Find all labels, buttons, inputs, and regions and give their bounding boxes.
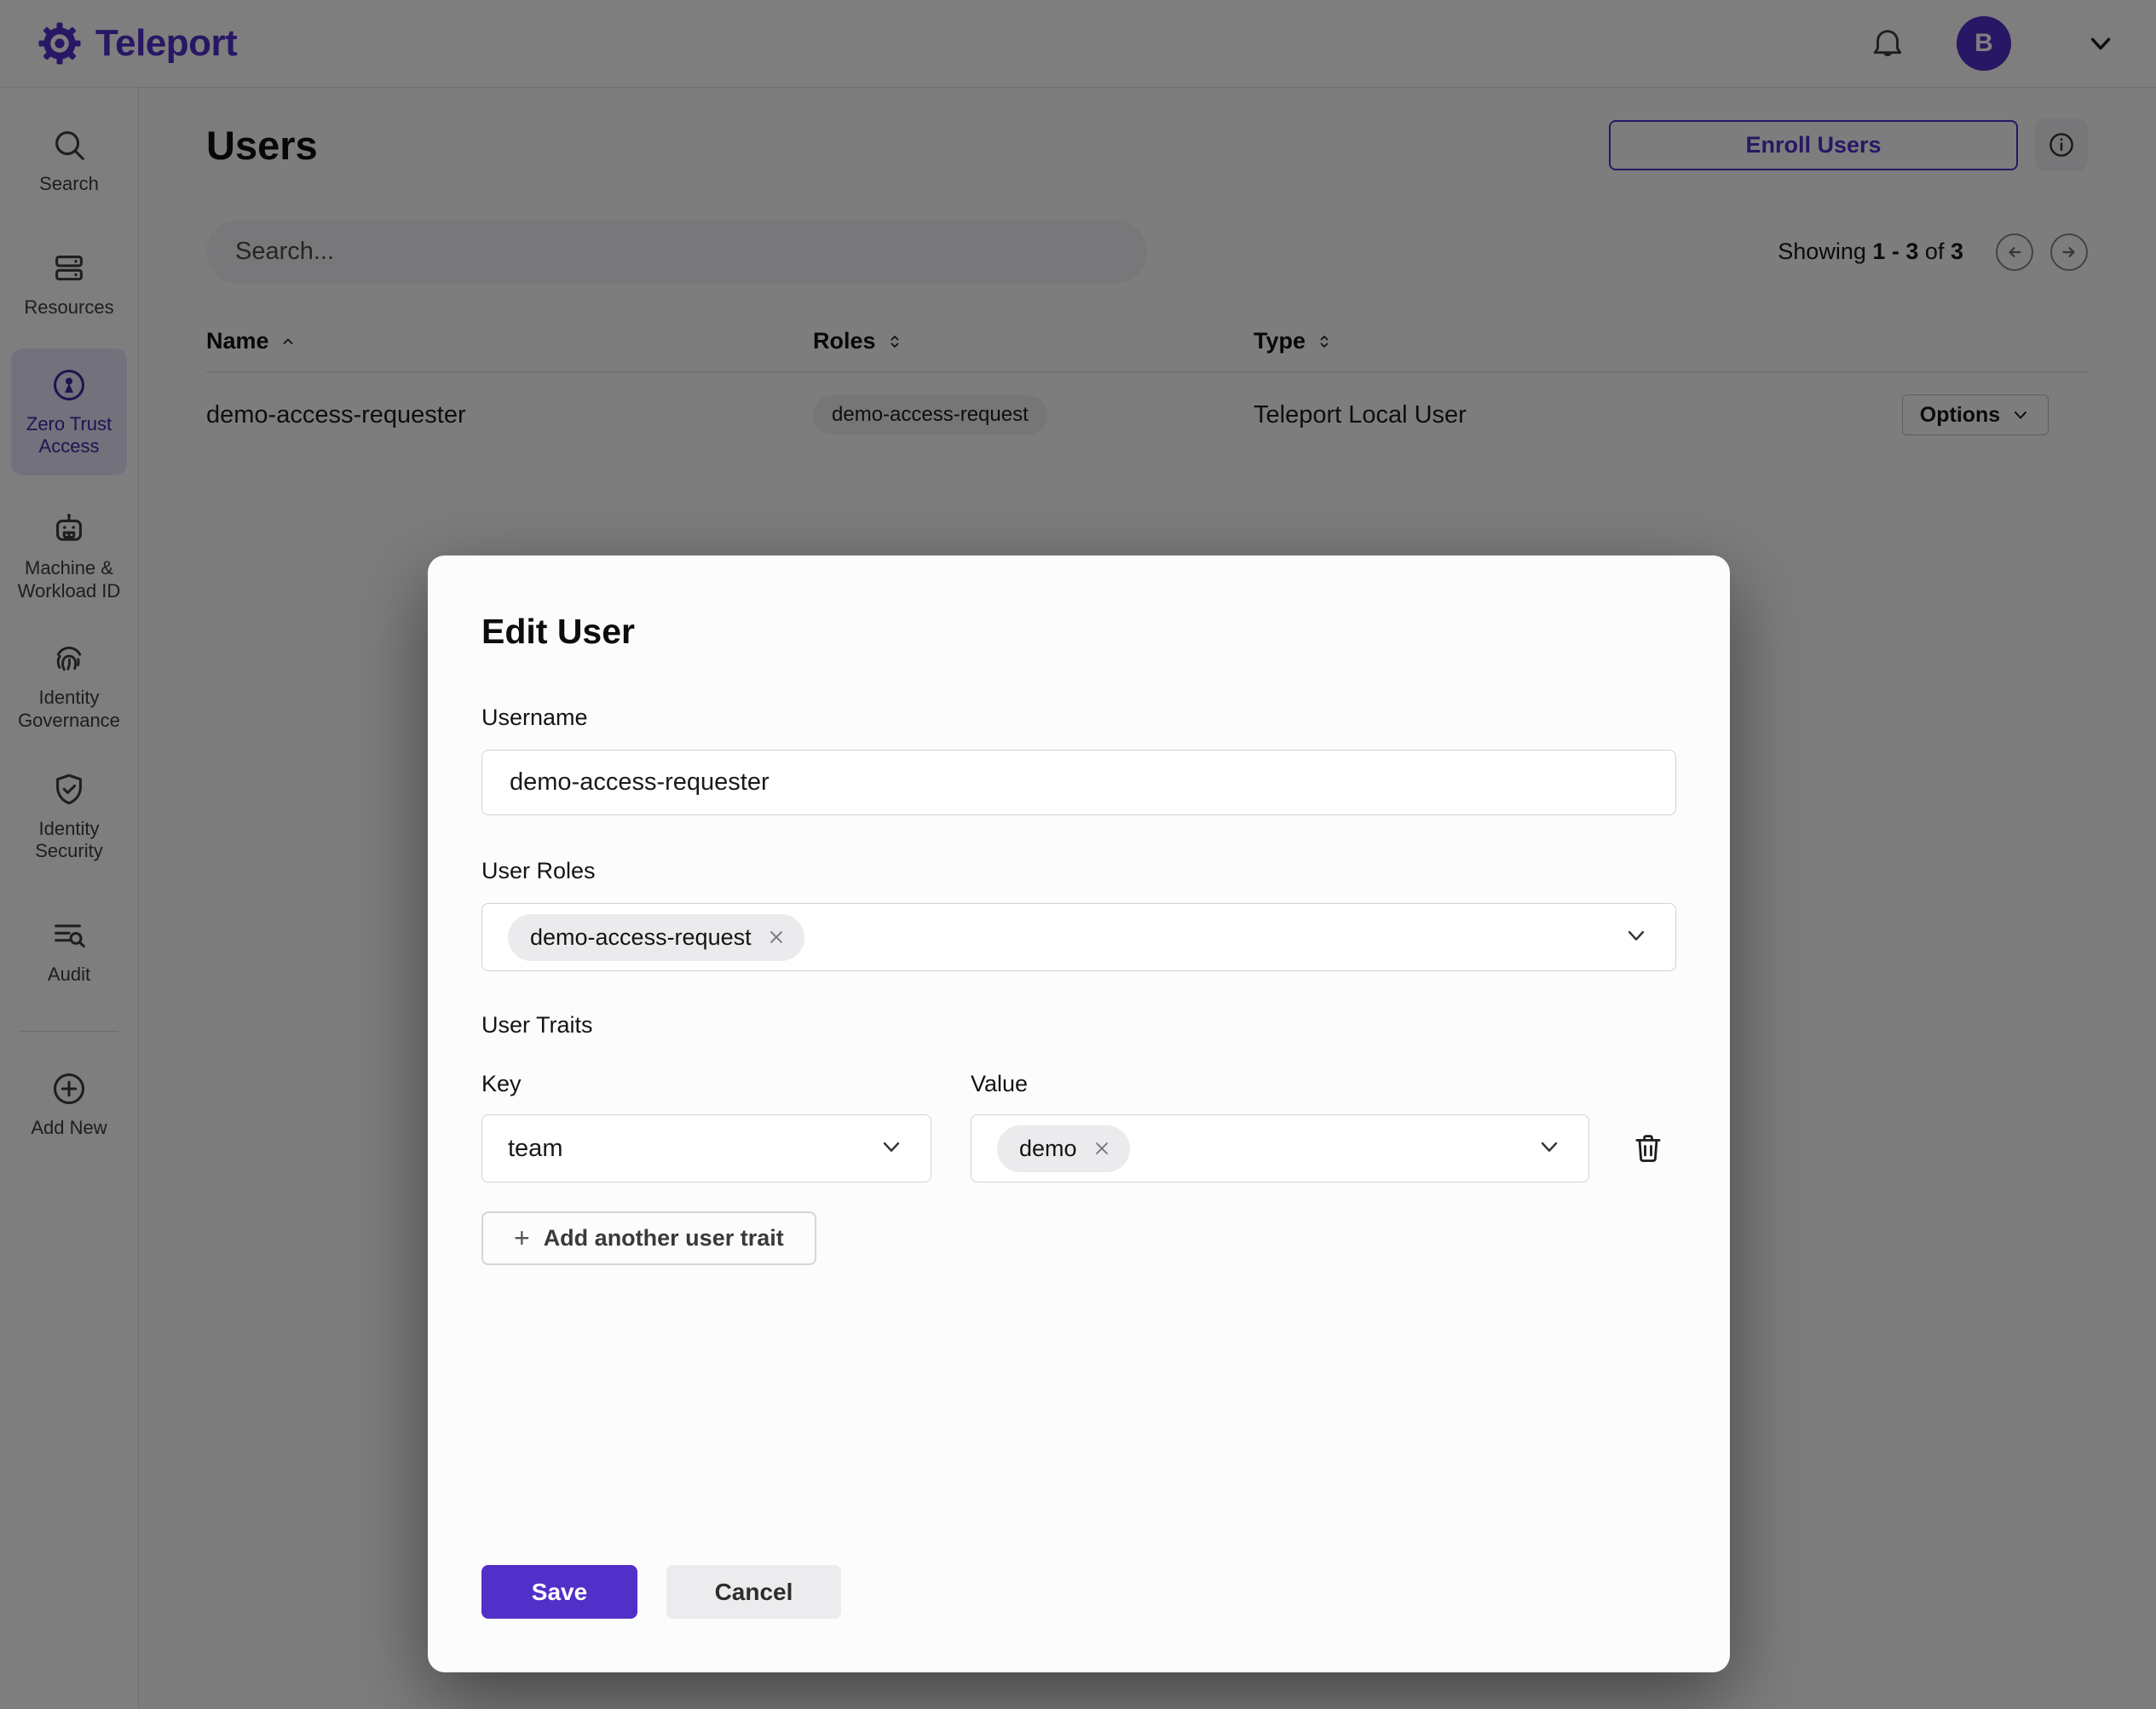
delete-trait-button[interactable] xyxy=(1629,1131,1668,1166)
edit-user-modal: Edit User Username User Roles demo-acces… xyxy=(428,555,1730,1672)
user-roles-label: User Roles xyxy=(481,858,1676,884)
user-traits-label: User Traits xyxy=(481,1012,1676,1039)
user-roles-select[interactable]: demo-access-request xyxy=(481,903,1676,971)
save-button[interactable]: Save xyxy=(481,1565,637,1619)
add-trait-button[interactable]: + Add another user trait xyxy=(481,1211,816,1265)
trait-value-label: Value xyxy=(971,1071,1589,1097)
trash-icon xyxy=(1630,1131,1666,1166)
role-chip-label: demo-access-request xyxy=(530,924,752,951)
chevron-down-icon xyxy=(1623,922,1650,953)
trait-value-chip: demo xyxy=(997,1125,1130,1172)
cancel-button[interactable]: Cancel xyxy=(666,1565,841,1619)
trait-value-select[interactable]: demo xyxy=(971,1114,1589,1182)
username-label: Username xyxy=(481,705,1676,731)
remove-value-x-icon[interactable] xyxy=(1091,1137,1113,1159)
chevron-down-icon xyxy=(1536,1133,1563,1165)
trait-key-label: Key xyxy=(481,1071,931,1097)
remove-role-x-icon[interactable] xyxy=(765,926,787,948)
username-field[interactable] xyxy=(481,750,1676,815)
chevron-down-icon xyxy=(878,1133,905,1165)
trait-key-select[interactable]: team xyxy=(481,1114,931,1182)
role-chip: demo-access-request xyxy=(508,914,804,961)
plus-icon: + xyxy=(514,1223,530,1254)
add-trait-label: Add another user trait xyxy=(544,1225,784,1252)
trait-key-value: team xyxy=(508,1135,562,1163)
modal-title: Edit User xyxy=(481,612,1676,652)
trait-value-chip-label: demo xyxy=(1019,1136,1077,1162)
